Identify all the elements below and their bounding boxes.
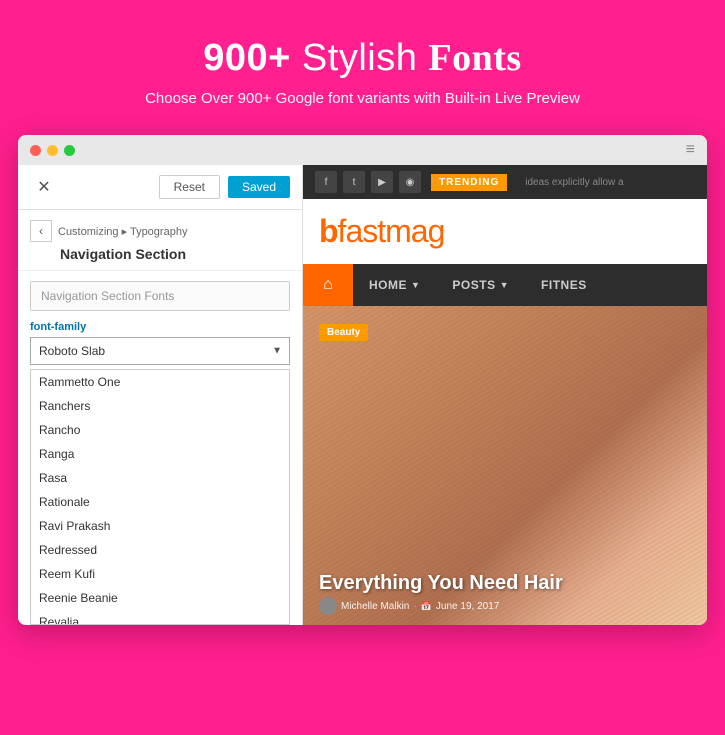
site-logo: bfastmag [319,213,691,250]
preview-top-bar: f t ▶ ◉ TRENDING ideas explicitly allow … [303,165,707,199]
article-meta: Michelle Malkin · 📅 June 19, 2017 [319,597,499,615]
breadcrumb-section: ‹ Customizing ▸ Typography Navigation Se… [18,210,302,271]
preview-nav: ⌂ HOME ▼ POSTS ▼ FITNES [303,264,707,306]
section-title: Navigation Section [30,246,290,262]
twitter-icon: t [343,171,365,193]
facebook-icon: f [315,171,337,193]
site-preview: f t ▶ ◉ TRENDING ideas explicitly allow … [303,165,707,625]
font-list-item[interactable]: Reenie Beanie [31,586,289,610]
calendar-icon: 📅 [421,601,432,612]
nav-posts-label: POSTS [452,278,495,292]
hero-section: 900+ Stylish Fonts Choose Over 900+ Goog… [0,0,725,135]
youtube-icon: ▶ [371,171,393,193]
hero-title-prefix: 900+ [203,37,291,79]
hero-subtitle: Choose Over 900+ Google font variants wi… [20,90,705,107]
header-actions: Reset Saved [159,175,290,199]
nav-home-label: HOME [369,278,407,292]
author-avatar [319,597,337,615]
reset-button[interactable]: Reset [159,175,220,199]
hero-title: 900+ Stylish Fonts [20,36,705,80]
breadcrumb-text: Customizing ▸ Typography [58,225,187,238]
dot-yellow [47,145,58,156]
back-button[interactable]: ‹ [30,220,52,242]
font-list-item[interactable]: Rammetto One [31,370,289,394]
browser-dots [30,145,75,156]
font-list-item[interactable]: Ranchers [31,394,289,418]
browser-content: ✕ Reset Saved ‹ Customizing ▸ Typography… [18,165,707,625]
font-list-item[interactable]: Ravi Prakash [31,514,289,538]
nav-home-icon[interactable]: ⌂ [303,264,353,306]
font-select[interactable]: Rammetto OneRanchersRanchoRangaRasaRatio… [30,337,290,365]
browser-mockup: ≡ ✕ Reset Saved ‹ Customizing ▸ Typograp… [18,135,707,625]
font-dropdown-list: Rammetto OneRanchersRanchoRangaRasaRatio… [30,369,290,625]
trending-text-hint: ideas explicitly allow a [525,177,623,188]
social-icons: f t ▶ ◉ [315,171,421,193]
breadcrumb-nav: ‹ Customizing ▸ Typography [30,220,290,242]
article-image: Beauty Everything You Need Hair Michelle… [303,306,707,625]
nav-item-home[interactable]: HOME ▼ [353,264,436,306]
preview-image-area: Beauty Everything You Need Hair Michelle… [303,306,707,625]
trending-badge: TRENDING [431,174,507,191]
customizer-header: ✕ Reset Saved [18,165,302,210]
font-list-item[interactable]: Rancho [31,418,289,442]
hero-title-regular: Stylish [291,37,429,79]
font-list-item[interactable]: Rasa [31,466,289,490]
font-family-label: font-family [18,321,302,337]
search-input[interactable]: Navigation Section Fonts [30,281,290,311]
article-title: Everything You Need Hair [319,571,691,595]
hamburger-icon[interactable]: ≡ [686,141,695,159]
dot-red [30,145,41,156]
customizer-panel: ✕ Reset Saved ‹ Customizing ▸ Typography… [18,165,303,625]
nav-item-fitness[interactable]: FITNES [525,264,603,306]
nav-home-arrow: ▼ [411,280,420,290]
nav-posts-arrow: ▼ [500,280,509,290]
hero-title-bold: Fonts [428,37,521,79]
font-select-wrapper: Rammetto OneRanchersRanchoRangaRasaRatio… [30,337,290,365]
logo-text: fastmag [338,213,445,249]
font-list-item[interactable]: Ranga [31,442,289,466]
meta-separator: · [413,601,416,612]
instagram-icon: ◉ [399,171,421,193]
article-date: June 19, 2017 [436,601,499,612]
font-list-item[interactable]: Reem Kufi [31,562,289,586]
nav-fitness-label: FITNES [541,278,587,292]
saved-button[interactable]: Saved [228,176,290,198]
browser-titlebar: ≡ [18,135,707,165]
logo-bold: b [319,213,338,249]
nav-item-posts[interactable]: POSTS ▼ [436,264,525,306]
dot-green [64,145,75,156]
font-list-item[interactable]: Rationale [31,490,289,514]
preview-logo-bar: bfastmag [303,199,707,264]
article-badge: Beauty [319,324,368,341]
font-list-item[interactable]: Redressed [31,538,289,562]
author-name: Michelle Malkin [341,601,409,612]
close-button[interactable]: ✕ [30,173,58,201]
font-list-item[interactable]: Revalia [31,610,289,625]
